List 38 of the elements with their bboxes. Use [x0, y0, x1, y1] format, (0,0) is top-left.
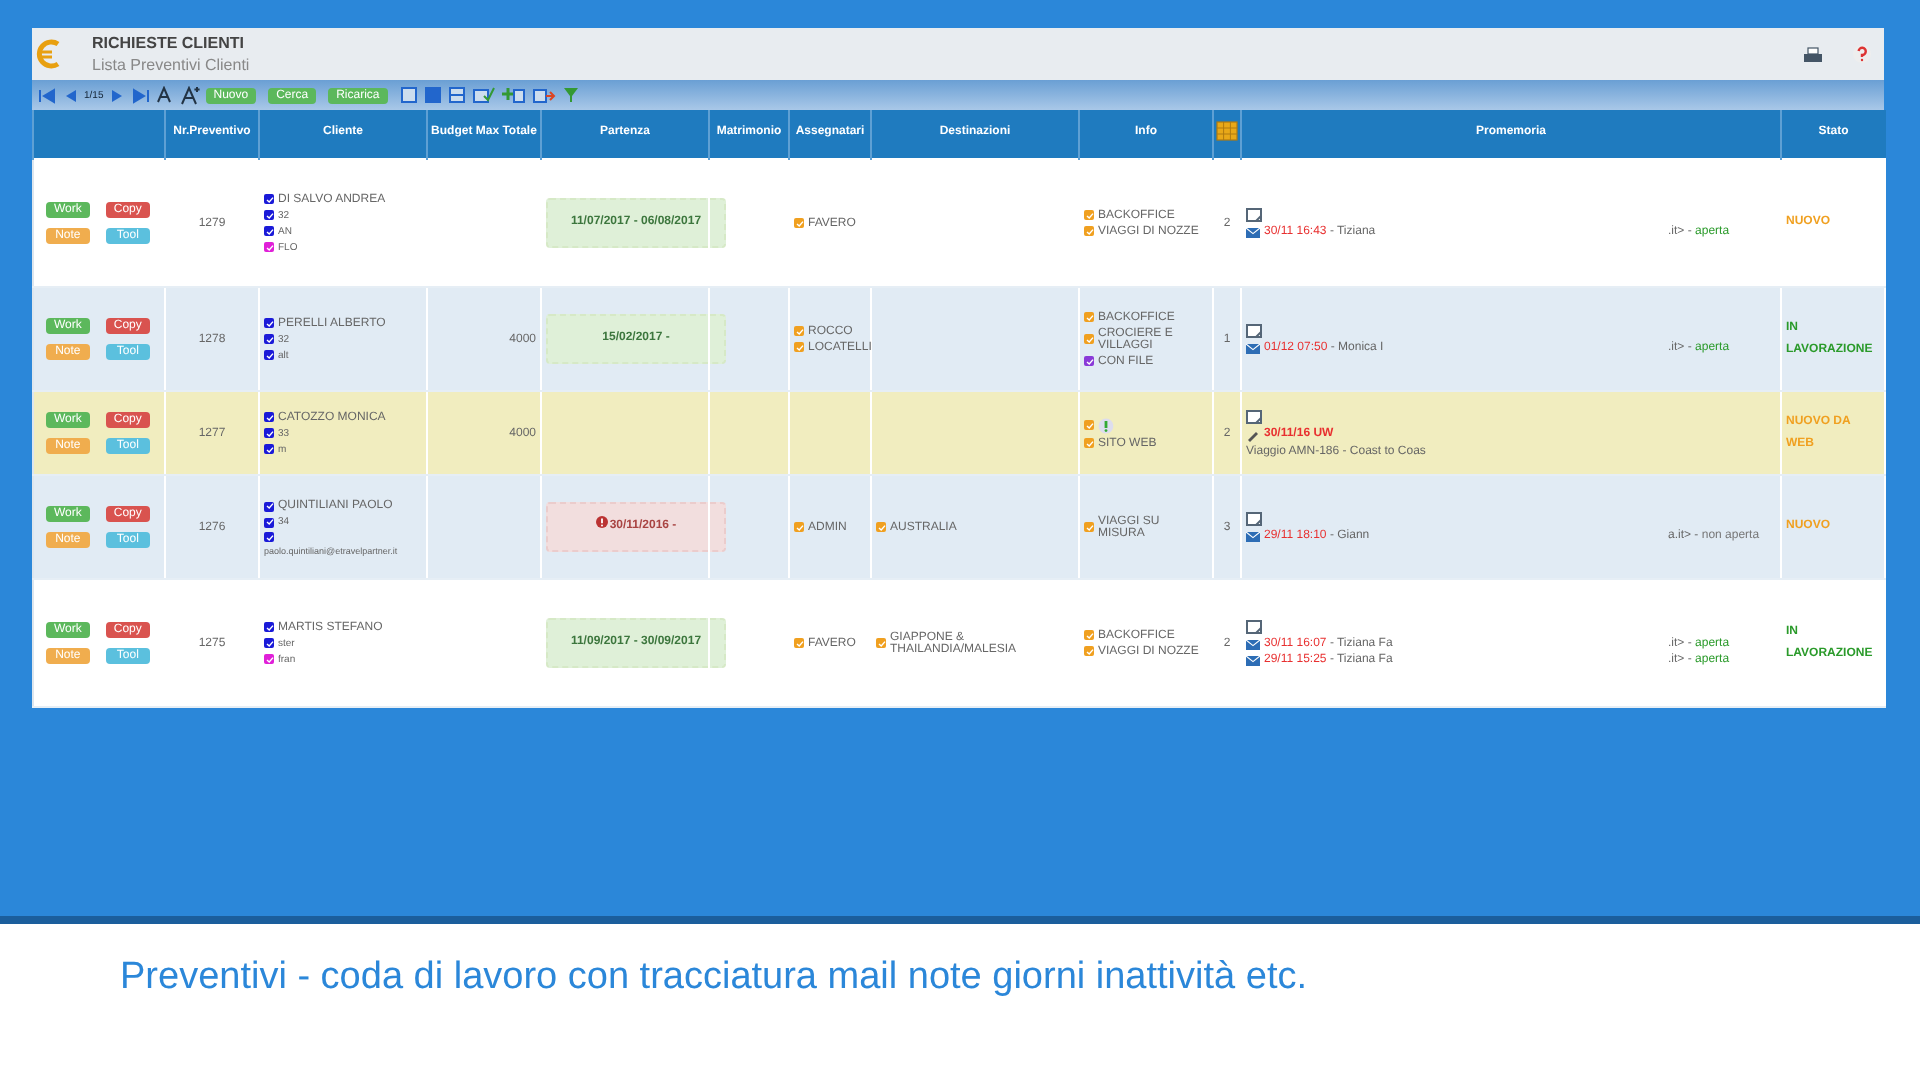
euro-icon	[36, 38, 64, 71]
envelope-icon	[1246, 227, 1260, 237]
checkbox-icon	[794, 326, 804, 336]
envelope-icon	[1246, 343, 1260, 353]
printer-icon[interactable]	[1802, 45, 1824, 64]
rows-layout-icon[interactable]	[447, 86, 466, 105]
table-export-icon[interactable]	[531, 86, 556, 105]
checkbox-icon	[876, 522, 886, 532]
table-add-icon[interactable]	[501, 86, 526, 105]
first-page-icon[interactable]	[38, 87, 56, 104]
sticky-note-icon[interactable]	[1246, 324, 1262, 338]
grid-layout-icon[interactable]	[423, 86, 442, 105]
sticky-note-icon[interactable]	[1246, 512, 1262, 526]
page-subtitle: Lista Preventivi Clienti	[92, 56, 252, 75]
page-title: RICHIESTE CLIENTI	[92, 34, 247, 53]
columns-layout-icon[interactable]	[399, 86, 418, 105]
checkbox-icon	[794, 218, 804, 228]
previous-page-icon[interactable]	[62, 87, 78, 104]
sticky-note-icon[interactable]	[1246, 409, 1262, 423]
envelope-icon	[1246, 531, 1260, 541]
slide-caption: Preventivi - coda di lavoro con tracciatura mail note giorni inattività etc.	[120, 956, 1309, 1000]
font-larger-icon[interactable]	[179, 85, 200, 106]
sticky-note-icon[interactable]	[1246, 208, 1262, 222]
next-page-icon[interactable]	[109, 87, 126, 104]
envelope-icon	[1246, 639, 1260, 649]
person-alert-icon	[1098, 417, 1114, 433]
alert-icon	[595, 516, 608, 529]
table-check-icon[interactable]	[471, 86, 496, 105]
checkbox-icon	[876, 638, 886, 648]
checkbox-icon	[794, 638, 804, 648]
help-icon[interactable]	[1852, 44, 1872, 65]
checkbox-icon	[794, 522, 804, 532]
pencil-icon[interactable]	[1246, 427, 1260, 441]
calendar-icon[interactable]	[1216, 118, 1238, 143]
checkbox-icon	[794, 342, 804, 352]
envelope-icon	[1246, 655, 1260, 665]
font-smaller-icon[interactable]	[155, 86, 174, 105]
sticky-note-icon[interactable]	[1246, 620, 1262, 634]
